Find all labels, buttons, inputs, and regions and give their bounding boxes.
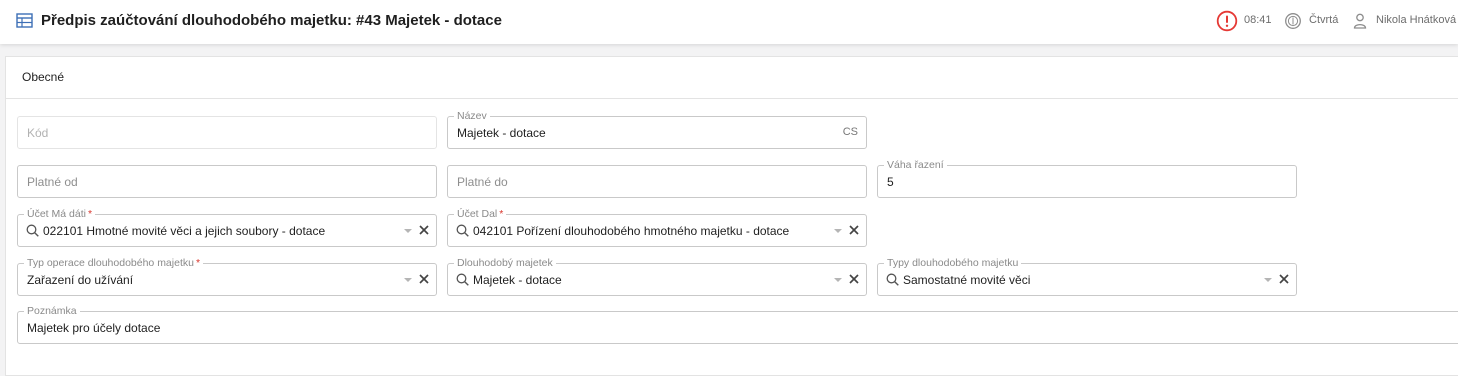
valid-from-placeholder: Platné od <box>27 175 78 189</box>
asset-label: Dlouhodobý majetek <box>454 257 556 269</box>
debit-account-label: Účet Má dáti * <box>24 208 96 220</box>
close-icon[interactable] <box>847 223 861 237</box>
chevron-down-icon[interactable] <box>834 229 842 233</box>
operation-type-label: Typ operace dlouhodobého majetku * <box>24 257 204 269</box>
page-title: Předpis zaúčtování dlouhodobého majetku:… <box>41 12 502 29</box>
required-mark: * <box>499 208 504 220</box>
debit-account-value: 022101 Hmotné movité věci a jejich soubo… <box>43 224 326 238</box>
divider <box>6 98 1458 99</box>
operation-type-value: Zařazení do užívání <box>27 273 134 287</box>
note-value: Majetek pro účely dotace <box>27 321 161 335</box>
asset-value: Majetek - dotace <box>473 273 562 287</box>
valid-from-field[interactable]: Platné od <box>17 165 437 198</box>
required-mark: * <box>195 257 201 269</box>
language-badge[interactable]: CS <box>843 126 858 138</box>
tab-general[interactable]: Obecné <box>22 70 64 84</box>
close-icon[interactable] <box>1277 272 1291 286</box>
credit-account-select[interactable]: Účet Dal * 042101 Pořízení dlouhodobého h… <box>447 208 867 247</box>
top-bar: Předpis zaúčtování dlouhodobého majetku:… <box>0 0 1458 44</box>
search-icon <box>456 224 469 237</box>
credit-account-label: Účet Dal * <box>454 208 507 220</box>
operation-type-select[interactable]: Typ operace dlouhodobého majetku * Zařaze… <box>17 257 437 296</box>
search-icon <box>886 273 899 286</box>
chevron-down-icon[interactable] <box>404 229 412 233</box>
asset-types-label: Typy dlouhodobého majetku <box>884 257 1022 269</box>
table-icon <box>16 13 33 28</box>
alert-circle-icon[interactable] <box>1216 10 1238 32</box>
credit-account-value: 042101 Pořízení dlouhodobého hmotného ma… <box>473 224 790 238</box>
user-icon[interactable] <box>1353 13 1367 29</box>
required-mark: * <box>87 208 93 220</box>
search-icon <box>456 273 469 286</box>
sort-weight-label: Váha řazení <box>884 159 947 171</box>
name-label: Název <box>454 110 490 122</box>
sort-weight-field[interactable]: Váha řazení 5 <box>877 159 1297 198</box>
close-icon[interactable] <box>417 223 431 237</box>
name-value: Majetek - dotace <box>457 126 546 140</box>
close-icon[interactable] <box>847 272 861 286</box>
close-icon[interactable] <box>417 272 431 286</box>
user-name[interactable]: Nikola Hnátková <box>1376 14 1456 26</box>
code-field[interactable]: Kód <box>17 116 437 149</box>
search-icon <box>26 224 39 237</box>
asset-select[interactable]: Dlouhodobý majetek Majetek - dotace <box>447 257 867 296</box>
chevron-down-icon[interactable] <box>1264 278 1272 282</box>
code-placeholder: Kód <box>27 126 49 140</box>
valid-to-field[interactable]: Platné do <box>447 165 867 198</box>
note-label: Poznámka <box>24 305 80 317</box>
valid-to-placeholder: Platné do <box>457 175 508 189</box>
note-field[interactable]: Poznámka Majetek pro účely dotace <box>17 305 1458 344</box>
name-field[interactable]: Název Majetek - dotace CS <box>447 110 867 149</box>
chevron-down-icon[interactable] <box>404 278 412 282</box>
form-card: Obecné Kód Název Majetek - dotace CS Pla… <box>5 56 1458 376</box>
clock-time: 08:41 <box>1244 14 1272 26</box>
sort-weight-value: 5 <box>887 175 894 189</box>
asset-types-select[interactable]: Typy dlouhodobého majetku Samostatné mov… <box>877 257 1297 296</box>
asset-types-value: Samostatné movité věci <box>903 273 1031 287</box>
chevron-down-icon[interactable] <box>834 278 842 282</box>
company-name[interactable]: Čtvrtá <box>1309 14 1338 26</box>
debit-account-select[interactable]: Účet Má dáti * 022101 Hmotné movité věci … <box>17 208 437 247</box>
coin-icon[interactable] <box>1284 12 1302 30</box>
